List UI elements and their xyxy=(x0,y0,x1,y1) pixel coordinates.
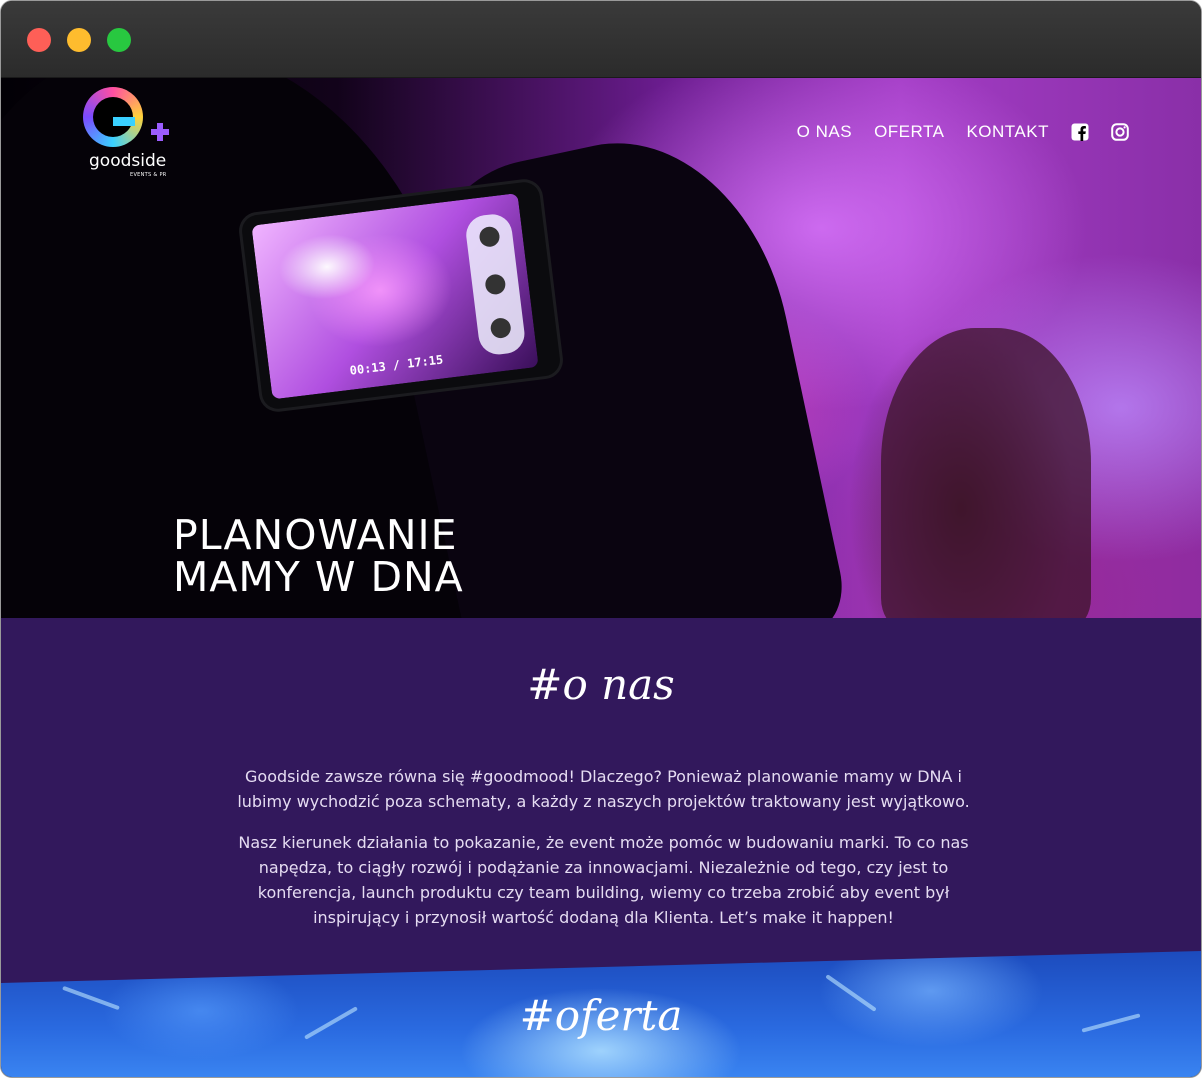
phone-screen: 00:13 / 17:15 xyxy=(251,193,539,400)
phone-recording-time: 00:13 / 17:15 xyxy=(348,352,444,378)
about-paragraph-1: Goodside zawsze równa się #goodmood! Dla… xyxy=(237,767,970,811)
facebook-icon[interactable] xyxy=(1071,123,1089,141)
close-window-button[interactable] xyxy=(27,28,51,52)
logo-plus-icon xyxy=(151,123,169,141)
about-text: Goodside zawsze równa się #goodmood! Dla… xyxy=(231,764,976,946)
instagram-icon[interactable] xyxy=(1111,123,1129,141)
hero-photo-phone: 00:13 / 17:15 xyxy=(240,180,562,411)
logo-g-bar xyxy=(113,117,135,126)
hero-headline-line2: MAMY W DNA xyxy=(173,553,464,601)
main-nav: O NAS OFERTA KONTAKT xyxy=(775,122,1129,142)
nav-item-oferta[interactable]: OFERTA xyxy=(874,122,944,142)
hero-headline: PLANOWANIE MAMY W DNA xyxy=(173,514,464,598)
camera-icon xyxy=(489,316,512,340)
about-title: #o nas xyxy=(527,660,675,709)
brand-logo[interactable]: goodside EVENTS & PR xyxy=(83,87,183,187)
brand-tagline: EVENTS & PR xyxy=(130,172,167,178)
nav-item-kontakt[interactable]: KONTAKT xyxy=(966,122,1049,142)
nav-item-o-nas[interactable]: O NAS xyxy=(797,122,852,142)
pause-icon xyxy=(478,225,501,248)
offer-title: #oferta xyxy=(519,991,683,1040)
stop-icon xyxy=(484,273,507,296)
brand-name: goodside xyxy=(89,151,167,171)
about-paragraph-2: Nasz kierunek działania to pokazanie, że… xyxy=(238,833,969,927)
about-section: #o nas Goodside zawsze równa się #goodmo… xyxy=(1,618,1201,998)
hero-headline-line1: PLANOWANIE xyxy=(173,511,458,559)
hero-photo-guitarist xyxy=(881,328,1091,618)
phone-camera-controls xyxy=(463,212,527,357)
